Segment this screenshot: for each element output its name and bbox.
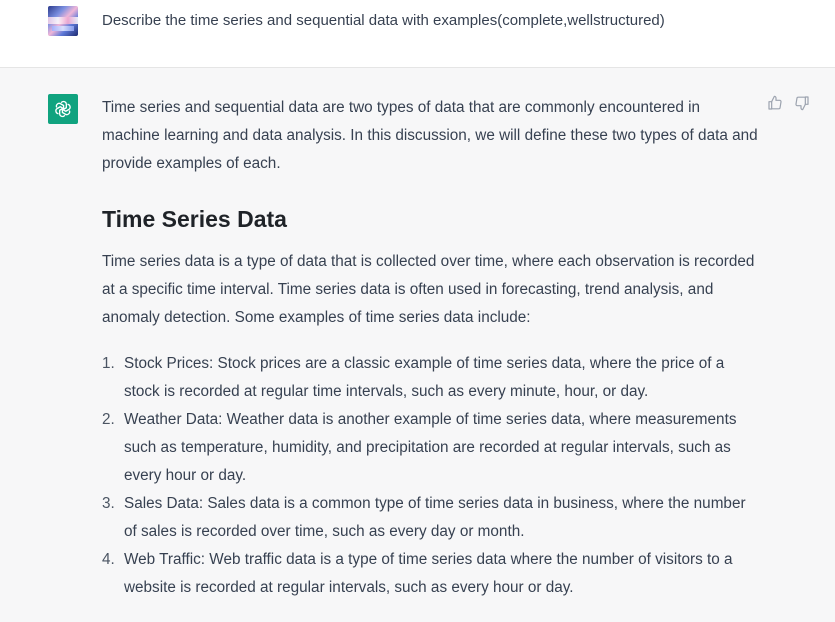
section-paragraph: Time series data is a type of data that … [102,253,755,326]
thumbs-up-icon[interactable] [766,94,784,112]
assistant-message-row: Time series and sequential data are two … [0,68,835,622]
examples-list: 1. Stock Prices: Stock prices are a clas… [102,350,762,602]
user-message-text: Describe the time series and sequential … [102,12,665,29]
list-item-number: 4. [102,551,115,568]
list-item-number: 3. [102,495,115,512]
list-item-number: 1. [102,355,115,372]
openai-logo-icon [48,94,78,124]
assistant-message-content: Time series and sequential data are two … [102,94,762,602]
list-item-text: Weather Data: Weather data is another ex… [124,411,737,484]
list-item: 2. Weather Data: Weather data is another… [102,406,762,490]
list-item-number: 2. [102,411,115,428]
intro-paragraph: Time series and sequential data are two … [102,99,758,172]
user-avatar [48,6,78,36]
list-item-text: Sales Data: Sales data is a common type … [124,495,746,540]
list-item: 4. Web Traffic: Web traffic data is a ty… [102,546,762,602]
list-item: 3. Sales Data: Sales data is a common ty… [102,490,762,546]
thumbs-down-icon[interactable] [793,94,811,112]
user-message-row: Describe the time series and sequential … [0,0,835,68]
list-item-text: Stock Prices: Stock prices are a classic… [124,355,725,400]
list-item: 1. Stock Prices: Stock prices are a clas… [102,350,762,406]
list-item-text: Web Traffic: Web traffic data is a type … [124,551,733,596]
section-heading: Time Series Data [102,206,287,232]
